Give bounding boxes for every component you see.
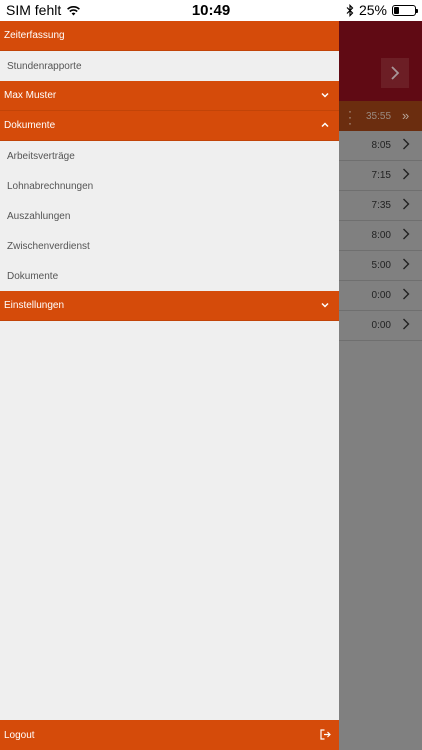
bg-rows: 8:05 7:15 7:35 8:00 5:00 0:00 0:00 [339,131,422,341]
logout-button[interactable]: Logout [0,720,339,750]
menu-item-zwischenverdienst[interactable]: Zwischenverdienst [0,231,339,261]
bg-header [339,21,422,101]
bg-row-time: 8:05 [371,140,391,151]
bg-total-bar: · · · 35:55 » [339,101,422,131]
section-zeiterfassung-label: Zeiterfassung [4,30,65,41]
chevron-right-icon [403,288,410,300]
logout-label: Logout [4,729,35,741]
section-zeiterfassung[interactable]: Zeiterfassung [0,21,339,51]
menu-item-lohnabrechnungen[interactable]: Lohnabrechnungen [0,171,339,201]
menu-item-dokumente[interactable]: Dokumente [0,261,339,291]
menu-item-label: Lohnabrechnungen [7,180,94,192]
chevron-down-icon [321,92,329,98]
bg-row[interactable]: 7:35 [339,191,422,221]
bg-row-time: 7:15 [371,170,391,181]
status-right: 25% [346,2,418,18]
section-user-label: Max Muster [4,90,57,101]
bg-total-value: 35:55 [366,111,392,122]
more-vertical-icon[interactable]: · · · [348,105,352,129]
menu-item-label: Stundenrapporte [7,60,82,72]
bg-row[interactable]: 0:00 [339,281,422,311]
bg-row[interactable]: 5:00 [339,251,422,281]
chevron-right-icon[interactable] [381,58,409,88]
chevron-right-icon [403,198,410,210]
chevron-up-icon [321,122,329,128]
menu-item-label: Arbeitsverträge [7,150,75,162]
bg-row[interactable]: 8:00 [339,221,422,251]
bg-row-time: 7:35 [371,200,391,211]
menu-item-label: Dokumente [7,270,59,282]
menu-item-label: Auszahlungen [7,210,71,222]
section-einstellungen[interactable]: Einstellungen [0,291,339,321]
bg-row[interactable]: 0:00 [339,311,422,341]
menu-item-label: Zwischenverdienst [7,240,90,252]
chevron-right-icon [403,258,410,270]
battery-percent: 25% [358,2,387,18]
menu-item-stundenrapporte[interactable]: Stundenrapporte [0,51,339,81]
menu-item-arbeitsvertraege[interactable]: Arbeitsverträge [0,141,339,171]
bg-row-time: 0:00 [371,320,391,331]
bg-row-time: 8:00 [371,230,391,241]
bg-row[interactable]: 7:15 [339,161,422,191]
bluetooth-icon [346,3,354,17]
section-einstellungen-label: Einstellungen [4,300,65,311]
chevron-right-icon [403,168,410,180]
status-bar: SIM fehlt 10:49 25% [0,0,422,21]
battery-icon [392,4,418,16]
background-app: · · · 35:55 » 8:05 7:15 7:35 8:00 5:00 0:0… [339,21,422,750]
logout-icon [320,729,331,740]
menu-item-auszahlungen[interactable]: Auszahlungen [0,201,339,231]
double-chevron-icon[interactable]: » [402,108,409,123]
bg-row-time: 5:00 [371,260,391,271]
chevron-right-icon [403,138,410,150]
bg-row[interactable]: 8:05 [339,131,422,161]
bg-row-time: 0:00 [371,290,391,301]
section-dokumente[interactable]: Dokumente [0,111,339,141]
section-dokumente-label: Dokumente [4,120,56,131]
chevron-right-icon [403,228,410,240]
chevron-down-icon [321,302,329,308]
section-user[interactable]: Max Muster [0,81,339,111]
chevron-right-icon [403,318,410,330]
navigation-drawer: Zeiterfassung Stundenrapporte Max Muster… [0,21,339,750]
